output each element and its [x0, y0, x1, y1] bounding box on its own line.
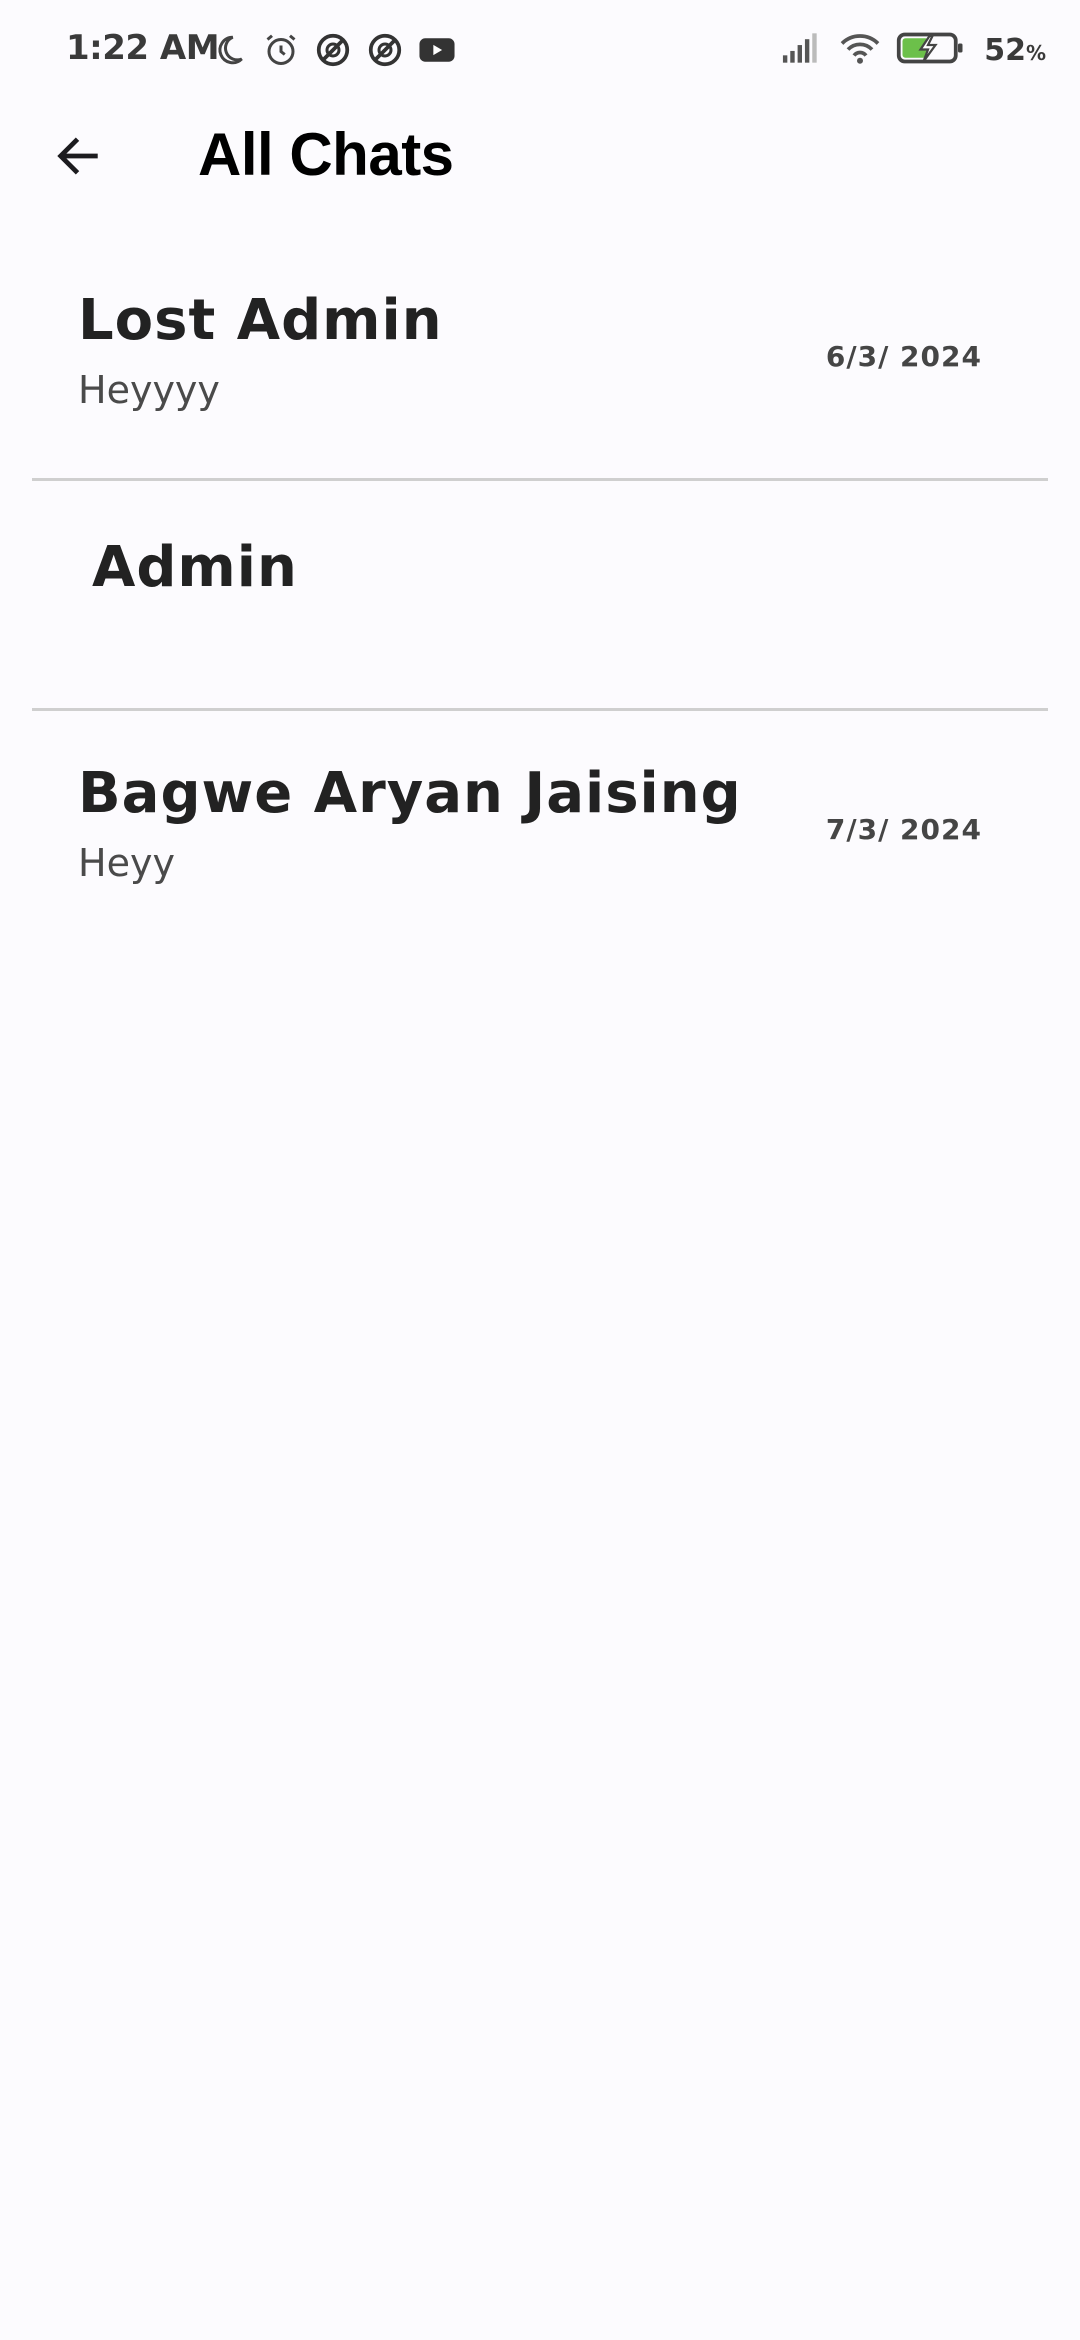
battery-percent: 52% [984, 33, 1046, 68]
chat-last-message: Heyy [78, 841, 175, 885]
chat-date: 6/3/ 2024 [825, 340, 982, 373]
alarm-icon [262, 31, 300, 69]
signal-icon [780, 30, 824, 71]
wifi-icon [838, 30, 882, 71]
no-disturb-icon [366, 31, 404, 69]
chat-date: 7/3/ 2024 [825, 813, 982, 846]
chat-name: Bagwe Aryan Jaising [78, 761, 742, 826]
youtube-icon [418, 31, 456, 69]
chat-list-item[interactable]: Admin [0, 481, 1080, 708]
status-system-icons: 52% [780, 28, 1046, 72]
arrow-back-icon [57, 137, 98, 175]
chat-list: Lost Admin Heyyyy 6/3/ 2024 Admin Bagwe … [0, 242, 1080, 947]
moon-icon [210, 31, 248, 69]
battery-percent-unit: % [1025, 40, 1046, 65]
status-time: 1:22 AM [66, 28, 220, 68]
chat-last-message: Heyyyy [78, 368, 220, 412]
back-button[interactable] [40, 118, 116, 194]
no-disturb-icon [314, 31, 352, 69]
chat-list-item[interactable]: Lost Admin Heyyyy 6/3/ 2024 [0, 242, 1080, 478]
page-title: All Chats [198, 121, 454, 188]
status-notification-icons [210, 28, 456, 72]
app-bar: All Chats [0, 100, 1080, 212]
battery-percent-value: 52 [984, 32, 1026, 68]
chat-list-item[interactable]: Bagwe Aryan Jaising Heyy 7/3/ 2024 [0, 711, 1080, 947]
status-bar: 1:22 AM 52% [0, 0, 1080, 100]
chat-name: Admin [92, 535, 298, 600]
chat-name: Lost Admin [78, 288, 443, 353]
battery-charging-icon [896, 30, 966, 71]
